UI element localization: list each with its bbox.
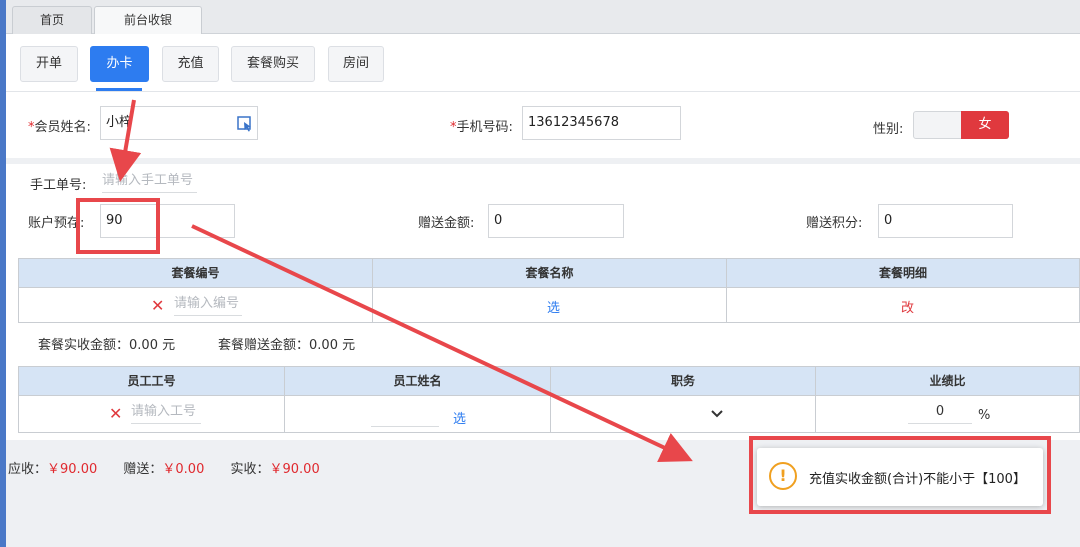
delete-row-icon[interactable]: ✕ bbox=[151, 298, 164, 314]
member-name-input[interactable]: 小梓 bbox=[100, 106, 258, 140]
due-value: ￥90.00 bbox=[47, 462, 98, 477]
table-row: ✕ 请输入编号 bbox=[19, 287, 373, 322]
member-select-icon[interactable] bbox=[237, 116, 253, 132]
select-package-link[interactable]: 选 bbox=[547, 297, 560, 316]
manual-no-label: 手工单号: bbox=[30, 178, 87, 193]
edit-package-link[interactable]: 改 bbox=[901, 297, 914, 316]
staff-id-input[interactable]: 请输入工号 bbox=[131, 402, 201, 424]
order-totals: 应收：￥90.00 赠送：￥0.00 实收：￥90.00 bbox=[8, 458, 342, 477]
package-code-header: 套餐编号 bbox=[19, 259, 373, 287]
annotation-box-deposit bbox=[76, 198, 160, 254]
page-tab-bar: 首页 前台收银 bbox=[6, 0, 1080, 34]
ratio-input[interactable]: 0 bbox=[908, 402, 972, 424]
package-gift-amount: 套餐赠送金额：0.00 元 bbox=[218, 338, 356, 353]
manual-no-input[interactable]: 请输入手工单号 bbox=[102, 171, 197, 193]
paid-label: 实收： bbox=[230, 462, 270, 477]
phone-input[interactable]: 13612345678 bbox=[522, 106, 681, 140]
active-tab-indicator bbox=[96, 88, 142, 91]
gender-female-option[interactable]: 女 bbox=[961, 111, 1009, 139]
staff-position-header: 职务 bbox=[551, 367, 816, 395]
tab-card-issue[interactable]: 办卡 bbox=[90, 46, 149, 82]
staff-ratio-header: 业绩比 bbox=[816, 367, 1079, 395]
table-cell: 选 bbox=[285, 395, 551, 432]
table-cell: 选 bbox=[373, 287, 727, 322]
gender-toggle[interactable]: 女 bbox=[913, 111, 1009, 139]
section-divider bbox=[6, 158, 1080, 164]
gender-label: 性别: bbox=[873, 122, 904, 137]
sub-tab-bar: 开单 办卡 充值 套餐购买 房间 bbox=[6, 34, 1080, 92]
gift-amount-label: 赠送金额: bbox=[418, 216, 475, 231]
staff-name-header: 员工姓名 bbox=[285, 367, 551, 395]
tab-recharge[interactable]: 充值 bbox=[162, 46, 219, 82]
staff-name-input[interactable] bbox=[371, 405, 439, 427]
gift-value: ￥0.00 bbox=[162, 462, 205, 477]
tab-home[interactable]: 首页 bbox=[12, 6, 92, 34]
delete-staff-icon[interactable]: ✕ bbox=[109, 406, 122, 422]
phone-label: *手机号码: bbox=[450, 120, 513, 135]
due-label: 应收： bbox=[8, 462, 48, 477]
tab-package-purchase[interactable]: 套餐购买 bbox=[231, 46, 315, 82]
member-name-label: *会员姓名: bbox=[28, 120, 91, 135]
table-row: ✕ 请输入工号 bbox=[19, 395, 285, 432]
annotation-box-toast bbox=[749, 436, 1051, 514]
percent-unit: % bbox=[978, 408, 991, 423]
table-cell: 改 bbox=[727, 287, 1079, 322]
tab-front-desk-cashier[interactable]: 前台收银 bbox=[94, 6, 202, 34]
gift-label: 赠送： bbox=[123, 462, 163, 477]
package-detail-header: 套餐明细 bbox=[727, 259, 1079, 287]
gift-amount-input[interactable]: 0 bbox=[488, 204, 624, 238]
gift-points-input[interactable]: 0 bbox=[878, 204, 1013, 238]
paid-value: ￥90.00 bbox=[269, 462, 320, 477]
package-actual-amount: 套餐实收金额：0.00 元 bbox=[38, 338, 176, 353]
cashier-panel: 开单 办卡 充值 套餐购买 房间 *会员姓名: 小梓 *手机号码: 136123… bbox=[6, 34, 1080, 440]
staff-table: 员工工号 员工姓名 职务 业绩比 ✕ 请输入工号 选 0 % bbox=[18, 366, 1080, 433]
gift-points-label: 赠送积分: bbox=[806, 216, 863, 231]
package-name-header: 套餐名称 bbox=[373, 259, 727, 287]
table-cell: 0 % bbox=[816, 395, 1079, 432]
table-cell bbox=[551, 395, 816, 432]
chevron-down-icon[interactable] bbox=[711, 409, 723, 419]
staff-id-header: 员工工号 bbox=[19, 367, 285, 395]
tab-open-order[interactable]: 开单 bbox=[20, 46, 78, 82]
package-code-input[interactable]: 请输入编号 bbox=[174, 294, 242, 316]
package-table: 套餐编号 套餐名称 套餐明细 ✕ 请输入编号 选 改 bbox=[18, 258, 1080, 323]
tab-room[interactable]: 房间 bbox=[328, 46, 384, 82]
select-staff-link[interactable]: 选 bbox=[453, 408, 466, 427]
